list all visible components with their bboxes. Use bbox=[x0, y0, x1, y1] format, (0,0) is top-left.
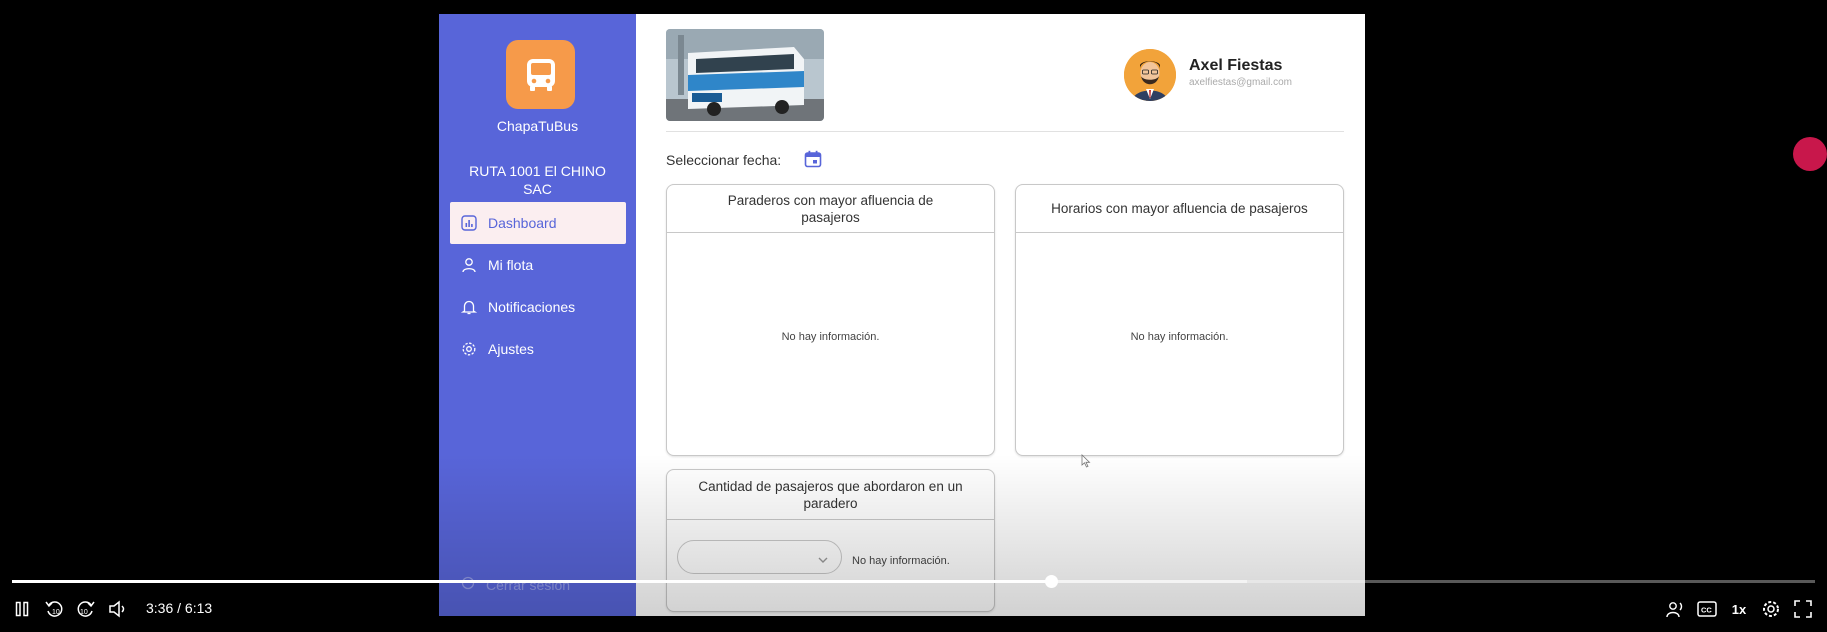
logout-icon bbox=[460, 575, 476, 594]
dashboard-icon bbox=[460, 214, 478, 232]
progress-bar[interactable] bbox=[12, 575, 1815, 588]
volume-button[interactable] bbox=[106, 598, 130, 620]
playback-speed-label: 1x bbox=[1731, 601, 1747, 617]
chevron-down-icon bbox=[817, 552, 829, 570]
user-name: Axel Fiestas bbox=[1189, 57, 1283, 74]
schedules-empty-message: No hay información. bbox=[1130, 331, 1229, 343]
user-email: axelfiestas@gmail.com bbox=[1189, 77, 1292, 88]
route-name: RUTA 1001 El CHINO SAC bbox=[469, 163, 606, 197]
sidebar-item-label: Dashboard bbox=[488, 215, 557, 231]
app-logo bbox=[506, 40, 575, 109]
bell-icon bbox=[460, 298, 478, 316]
svg-text:10: 10 bbox=[80, 609, 88, 616]
fullscreen-button[interactable] bbox=[1791, 598, 1815, 620]
user-icon bbox=[460, 256, 478, 274]
boarded-empty-message: No hay información. bbox=[852, 555, 950, 567]
progress-played bbox=[12, 580, 1051, 583]
rewind-10-button[interactable]: 10 bbox=[42, 598, 66, 620]
stop-select[interactable] bbox=[677, 540, 842, 574]
volume-icon bbox=[109, 600, 125, 618]
svg-text:CC: CC bbox=[1701, 606, 1712, 615]
sidebar-item-dashboard[interactable]: Dashboard bbox=[450, 202, 626, 244]
gear-icon bbox=[1763, 601, 1779, 617]
sidebar-item-notificaciones[interactable]: Notificaciones bbox=[450, 286, 626, 328]
schedules-card: Horarios con mayor afluencia de pasajero… bbox=[1015, 184, 1344, 456]
captions-icon: CC bbox=[1697, 601, 1717, 617]
sidebar-item-label: Mi flota bbox=[488, 257, 534, 273]
sidebar-item-ajustes[interactable]: Ajustes bbox=[450, 328, 626, 370]
playback-speed-button[interactable]: 1x bbox=[1727, 598, 1751, 620]
schedules-card-title: Horarios con mayor afluencia de pasajero… bbox=[1016, 185, 1343, 233]
calendar-icon[interactable] bbox=[804, 150, 822, 173]
video-frame: ChapaTuBus RUTA 1001 El CHINO SAC Dashbo… bbox=[439, 14, 1365, 616]
captions-button[interactable]: CC bbox=[1695, 598, 1719, 620]
sidebar-item-mi-flota[interactable]: Mi flota bbox=[450, 244, 626, 286]
stops-empty-message: No hay información. bbox=[781, 331, 880, 343]
progress-handle[interactable] bbox=[1044, 575, 1058, 588]
stops-card-title: Paraderos con mayor afluencia de pasajer… bbox=[667, 185, 994, 233]
stops-card: Paraderos con mayor afluencia de pasajer… bbox=[666, 184, 995, 456]
settings-button[interactable] bbox=[1759, 598, 1783, 620]
logout-label: Cerrar sesión bbox=[486, 576, 571, 593]
time-display: 3:36 / 6:13 bbox=[146, 600, 213, 616]
main-content: Axel Fiestas axelfiestas@gmail.com Selec… bbox=[636, 14, 1365, 616]
gear-icon bbox=[460, 340, 478, 358]
logout-button[interactable]: Cerrar sesión bbox=[460, 575, 570, 594]
avatar[interactable] bbox=[1124, 49, 1176, 101]
boarded-card-title: Cantidad de pasajeros que abordaron en u… bbox=[667, 470, 994, 520]
brand-name: ChapaTuBus bbox=[496, 118, 579, 134]
sidebar-item-label: Notificaciones bbox=[488, 299, 576, 315]
header-divider bbox=[666, 131, 1344, 132]
svg-text:10: 10 bbox=[52, 609, 60, 616]
fullscreen-icon bbox=[1794, 600, 1812, 618]
sidebar: ChapaTuBus RUTA 1001 El CHINO SAC Dashbo… bbox=[439, 14, 636, 616]
mouse-cursor-icon bbox=[1081, 454, 1091, 468]
audio-description-icon bbox=[1666, 602, 1683, 618]
sidebar-item-label: Ajustes bbox=[488, 341, 534, 357]
pause-icon bbox=[15, 601, 29, 617]
date-filter-label: Seleccionar fecha: bbox=[666, 152, 782, 168]
forward-10-button[interactable]: 10 bbox=[74, 598, 98, 620]
rewind-10-icon: 10 bbox=[45, 601, 63, 617]
boarded-card: Cantidad de pasajeros que abordaron en u… bbox=[666, 469, 995, 612]
pause-button[interactable] bbox=[10, 598, 34, 620]
bus-photo bbox=[666, 29, 824, 121]
forward-10-icon: 10 bbox=[77, 601, 95, 617]
record-indicator bbox=[1793, 137, 1827, 171]
audio-description-button[interactable] bbox=[1663, 598, 1687, 620]
bus-icon bbox=[526, 58, 555, 91]
